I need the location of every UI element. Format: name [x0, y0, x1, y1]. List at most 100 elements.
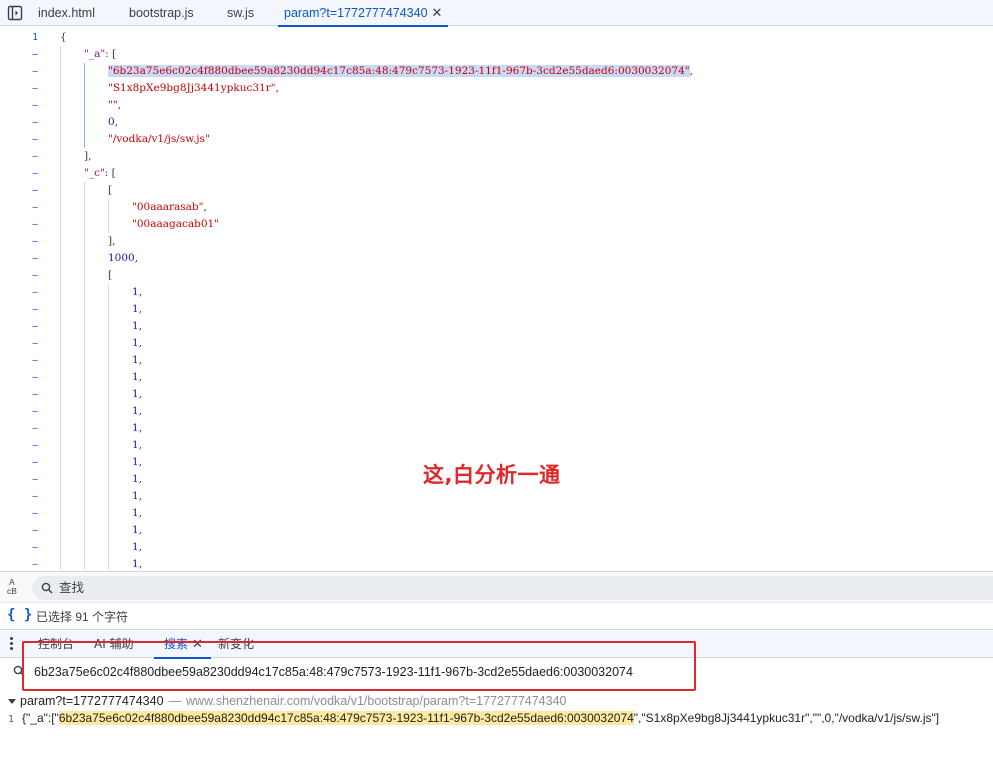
- code-editor[interactable]: 1– – – – – – – – – – – – – – – – – – – – – – – – – – – – – – – {"_a": …: [0, 27, 993, 570]
- pretty-print-braces-icon[interactable]: { }: [7, 607, 32, 623]
- fold-marker[interactable]: –: [0, 454, 38, 471]
- fold-marker[interactable]: –: [0, 182, 38, 199]
- tab-param[interactable]: param?t=1772777474340 ✕: [277, 0, 449, 27]
- code-line[interactable]: {: [60, 29, 67, 46]
- tab-console[interactable]: 控制台: [38, 631, 74, 658]
- tab-sw-js[interactable]: sw.js: [227, 0, 254, 26]
- tab-ai-assistance[interactable]: AI 辅助: [94, 631, 134, 658]
- code-line[interactable]: 1000,: [108, 250, 138, 267]
- fold-marker[interactable]: –: [0, 335, 38, 352]
- fold-marker[interactable]: –: [0, 369, 38, 386]
- search-results: param?t=1772777474340 — www.shenzhenair.co…: [0, 692, 993, 766]
- code-token-num: 1: [132, 558, 139, 570]
- fold-marker[interactable]: –: [0, 63, 38, 80]
- code-line[interactable]: 1,: [132, 539, 142, 556]
- match-case-toggle[interactable]: A cB: [7, 578, 27, 598]
- fold-marker[interactable]: –: [0, 216, 38, 233]
- code-line[interactable]: "6b23a75e6c02c4f880dbee59a8230dd94c17c85…: [108, 63, 693, 80]
- code-line[interactable]: 1,: [132, 403, 142, 420]
- code-line[interactable]: "_a": [: [84, 46, 116, 63]
- code-line[interactable]: 1,: [132, 488, 142, 505]
- code-line[interactable]: 1,: [132, 556, 142, 570]
- fold-marker[interactable]: –: [0, 284, 38, 301]
- result-suffix: ","S1x8pXe9bg8Jj3441ypkuc31r","",0,"/vod…: [633, 711, 940, 725]
- code-line[interactable]: 1,: [132, 335, 142, 352]
- kebab-menu-icon[interactable]: [10, 637, 14, 651]
- fold-marker[interactable]: –: [0, 437, 38, 454]
- tab-label: sw.js: [227, 6, 255, 20]
- fold-marker[interactable]: –: [0, 539, 38, 556]
- result-file-header[interactable]: param?t=1772777474340 — www.shenzhenair.co…: [8, 692, 567, 710]
- code-line[interactable]: 1,: [132, 301, 142, 318]
- case-toggle-bottom: cB: [7, 586, 17, 596]
- fold-marker[interactable]: –: [0, 318, 38, 335]
- fold-marker[interactable]: –: [0, 80, 38, 97]
- code-token-num: 1: [132, 388, 139, 400]
- code-line[interactable]: 1,: [132, 352, 142, 369]
- tab-search[interactable]: 搜索 ✕: [154, 631, 211, 659]
- code-line[interactable]: "00aaarasab",: [132, 199, 207, 216]
- sidebar-toggle-icon[interactable]: [6, 4, 24, 22]
- fold-marker[interactable]: –: [0, 114, 38, 131]
- indent-guide: [60, 46, 61, 570]
- close-icon[interactable]: ✕: [432, 0, 443, 26]
- code-line[interactable]: 1,: [132, 437, 142, 454]
- fold-marker[interactable]: –: [0, 199, 38, 216]
- code-line[interactable]: "S1x8pXe9bg8Jj3441ypkuc31r",: [108, 80, 279, 97]
- fold-marker[interactable]: –: [0, 420, 38, 437]
- code-line[interactable]: "/vodka/v1/js/sw.js": [108, 131, 210, 148]
- fold-marker[interactable]: –: [0, 250, 38, 267]
- fold-marker[interactable]: –: [0, 505, 38, 522]
- code-token-punc: ,: [138, 473, 143, 485]
- code-line[interactable]: 1,: [132, 522, 142, 539]
- code-line[interactable]: 1,: [132, 454, 142, 471]
- fold-marker[interactable]: –: [0, 522, 38, 539]
- fold-marker[interactable]: –: [0, 556, 38, 570]
- search-panel-query-row[interactable]: 6b23a75e6c02c4f880dbee59a8230dd94c17c85a…: [0, 659, 993, 685]
- find-input[interactable]: [59, 576, 959, 600]
- fold-marker[interactable]: –: [0, 403, 38, 420]
- fold-marker[interactable]: –: [0, 46, 38, 63]
- fold-marker[interactable]: –: [0, 97, 38, 114]
- code-token-str: "S1x8pXe9bg8Jj3441ypkuc31r": [108, 82, 276, 94]
- fold-marker[interactable]: –: [0, 165, 38, 182]
- code-line[interactable]: [: [108, 182, 112, 199]
- close-icon[interactable]: ✕: [192, 631, 203, 658]
- tab-bootstrap-js[interactable]: bootstrap.js: [129, 0, 194, 26]
- code-line[interactable]: ],: [84, 148, 91, 165]
- code-line[interactable]: 1,: [132, 471, 142, 488]
- code-line[interactable]: 0,: [108, 114, 118, 131]
- fold-marker[interactable]: –: [0, 352, 38, 369]
- code-line[interactable]: 1,: [132, 369, 142, 386]
- code-token-num: 1: [132, 286, 139, 298]
- code-line[interactable]: "00aaagacab01": [132, 216, 219, 233]
- fold-marker[interactable]: –: [0, 233, 38, 250]
- code-line[interactable]: 1,: [132, 420, 142, 437]
- code-token-num: 1: [132, 371, 139, 383]
- fold-marker[interactable]: –: [0, 267, 38, 284]
- code-line[interactable]: "",: [108, 97, 121, 114]
- result-line[interactable]: 1 {"_a":["6b23a75e6c02c4f880dbee59a8230dd…: [0, 710, 993, 727]
- fold-marker[interactable]: –: [0, 131, 38, 148]
- caret-down-icon[interactable]: [8, 699, 16, 705]
- code-line[interactable]: 1,: [132, 318, 142, 335]
- code-token-punc: ,: [138, 371, 143, 383]
- code-line[interactable]: [: [108, 267, 112, 284]
- search-query-input[interactable]: 6b23a75e6c02c4f880dbee59a8230dd94c17c85a…: [34, 659, 633, 685]
- fold-marker[interactable]: –: [0, 386, 38, 403]
- fold-marker[interactable]: –: [0, 301, 38, 318]
- code-line[interactable]: 1,: [132, 386, 142, 403]
- code-line[interactable]: ],: [108, 233, 115, 250]
- code-token-punc: ,: [138, 388, 143, 400]
- fold-marker[interactable]: –: [0, 488, 38, 505]
- tab-index-html[interactable]: index.html: [38, 0, 95, 26]
- code-token-num: 1: [132, 303, 139, 315]
- code-line[interactable]: "_c": [: [84, 165, 116, 182]
- code-token-num: 1: [132, 524, 139, 536]
- fold-marker[interactable]: –: [0, 471, 38, 488]
- code-line[interactable]: 1,: [132, 505, 142, 522]
- tab-whats-new[interactable]: 新变化: [218, 631, 254, 658]
- code-token-str: "00aaagacab01": [132, 218, 220, 230]
- code-line[interactable]: 1,: [132, 284, 142, 301]
- fold-marker[interactable]: –: [0, 148, 38, 165]
